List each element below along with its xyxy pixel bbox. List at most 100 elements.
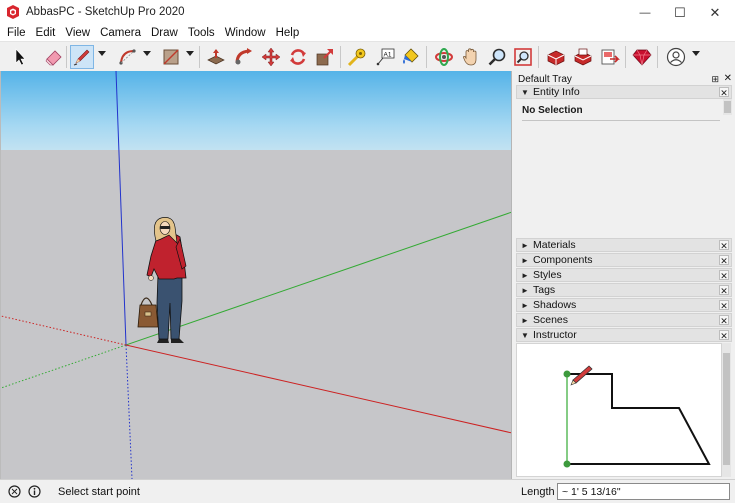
divider <box>522 120 720 121</box>
menu-draw[interactable]: Draw <box>146 25 183 41</box>
red-axis-negative <box>1 315 127 346</box>
tape-measure-tool-button[interactable] <box>345 45 369 69</box>
expand-triangle-icon: ► <box>521 241 529 250</box>
scale-tool-button[interactable] <box>313 45 337 69</box>
3d-warehouse-icon <box>547 50 565 66</box>
scale-icon <box>316 49 333 66</box>
menu-view[interactable]: View <box>60 25 95 41</box>
menu-window[interactable]: Window <box>220 25 271 41</box>
instructor-scrollbar[interactable] <box>722 343 731 477</box>
close-panel-icon[interactable]: ✕ <box>719 315 729 326</box>
minimize-icon: — <box>639 6 651 19</box>
line-tool-dropdown-arrow[interactable] <box>98 51 106 56</box>
tray-close-icon[interactable]: ✕ <box>724 73 732 84</box>
tray-pin-icon[interactable]: ⊞ <box>711 74 719 85</box>
menu-edit[interactable]: Edit <box>31 25 61 41</box>
panel-header-scenes[interactable]: ► Scenes ✕ <box>516 313 732 327</box>
large-toolset-toolbar: A1 <box>0 41 735 71</box>
rotate-tool-button[interactable] <box>286 45 310 69</box>
orbit-icon <box>435 48 453 66</box>
arc-tool-dropdown-arrow[interactable] <box>143 51 151 56</box>
maximize-button[interactable]: ☐ <box>663 0 697 25</box>
rectangle-tool-button[interactable] <box>159 45 183 69</box>
panel-label-tags: Tags <box>533 284 556 296</box>
follow-me-icon <box>235 48 252 65</box>
expand-triangle-icon: ► <box>521 316 529 325</box>
panel-header-instructor[interactable]: ▼ Instructor ✕ <box>516 328 732 342</box>
close-panel-icon[interactable]: ✕ <box>719 330 729 341</box>
arc-icon <box>119 49 136 65</box>
3d-warehouse-button[interactable] <box>544 45 568 69</box>
scrollbar-thumb[interactable] <box>723 353 730 465</box>
scale-figure-person[interactable] <box>137 217 187 343</box>
panel-header-entity-info[interactable]: ▼ Entity Info ✕ <box>516 85 732 99</box>
title-bar: AbbasPC - SketchUp Pro 2020 — ☐ ✕ <box>0 0 735 25</box>
entity-info-scrollbar[interactable] <box>723 99 732 115</box>
close-panel-icon[interactable]: ✕ <box>719 285 729 296</box>
eraser-tool-button[interactable] <box>42 45 66 69</box>
pencil-cursor-icon <box>570 365 593 386</box>
status-prompt: Select start point <box>58 486 140 498</box>
send-to-layout-button[interactable] <box>598 45 622 69</box>
menu-camera[interactable]: Camera <box>95 25 146 41</box>
sketchup-logo-icon <box>7 5 19 19</box>
menu-help[interactable]: Help <box>271 25 305 41</box>
close-panel-icon[interactable]: ✕ <box>719 87 729 98</box>
menu-tools[interactable]: Tools <box>183 25 220 41</box>
send-to-layout-icon <box>601 49 620 65</box>
menu-file[interactable]: File <box>2 25 31 41</box>
panel-header-styles[interactable]: ► Styles ✕ <box>516 268 732 282</box>
zoom-tool-button[interactable] <box>485 45 509 69</box>
extension-warehouse-button[interactable] <box>571 45 595 69</box>
measurements-input[interactable]: ~ 1' 5 13/16" <box>557 483 730 500</box>
measurements-label: Length <box>521 486 555 498</box>
panel-header-materials[interactable]: ► Materials ✕ <box>516 238 732 252</box>
scrollbar-thumb[interactable] <box>724 101 731 113</box>
paint-bucket-icon <box>403 48 419 64</box>
orbit-tool-button[interactable] <box>432 45 456 69</box>
green-axis <box>125 211 511 346</box>
arc-tool-button[interactable] <box>116 45 140 69</box>
rectangle-tool-dropdown-arrow[interactable] <box>186 51 194 56</box>
instructor-illustration <box>516 343 722 477</box>
pencil-line-icon <box>73 49 90 66</box>
select-arrow-icon <box>15 48 26 66</box>
panel-header-components[interactable]: ► Components ✕ <box>516 253 732 267</box>
drawing-viewport[interactable] <box>0 71 511 479</box>
zoom-extents-tool-button[interactable] <box>511 45 535 69</box>
close-panel-icon[interactable]: ✕ <box>719 300 729 311</box>
panel-label-entity-info: Entity Info <box>533 86 580 98</box>
zoom-extents-icon <box>514 48 532 66</box>
blue-axis-negative <box>125 344 133 479</box>
extension-manager-button[interactable] <box>630 45 654 69</box>
collapse-triangle-icon: ▼ <box>521 331 529 340</box>
info-icon[interactable] <box>28 485 41 498</box>
green-axis-negative <box>1 344 127 389</box>
minimize-button[interactable]: — <box>628 0 662 25</box>
follow-me-tool-button[interactable] <box>232 45 256 69</box>
tray-title: Default Tray <box>518 74 572 85</box>
text-tool-button[interactable]: A1 <box>373 45 397 69</box>
panel-label-styles: Styles <box>533 269 562 281</box>
panel-label-instructor: Instructor <box>533 329 577 341</box>
line-tool-instruction-diagram <box>563 365 711 468</box>
close-window-button[interactable]: ✕ <box>698 0 732 25</box>
paint-bucket-tool-button[interactable] <box>399 45 423 69</box>
panel-header-shadows[interactable]: ► Shadows ✕ <box>516 298 732 312</box>
pan-tool-button[interactable] <box>459 45 483 69</box>
close-panel-icon[interactable]: ✕ <box>719 255 729 266</box>
eraser-icon <box>45 50 62 66</box>
select-tool-button[interactable] <box>8 45 32 69</box>
line-tool-button[interactable] <box>70 45 94 69</box>
push-pull-tool-button[interactable] <box>204 45 228 69</box>
move-tool-button[interactable] <box>259 45 283 69</box>
account-button[interactable] <box>664 45 688 69</box>
expand-triangle-icon: ► <box>521 256 529 265</box>
close-panel-icon[interactable]: ✕ <box>719 270 729 281</box>
geo-location-icon[interactable] <box>8 485 21 498</box>
zoom-icon <box>488 48 506 66</box>
panel-header-tags[interactable]: ► Tags ✕ <box>516 283 732 297</box>
close-panel-icon[interactable]: ✕ <box>719 240 729 251</box>
account-dropdown-arrow[interactable] <box>692 51 700 56</box>
model-scene <box>1 71 511 479</box>
